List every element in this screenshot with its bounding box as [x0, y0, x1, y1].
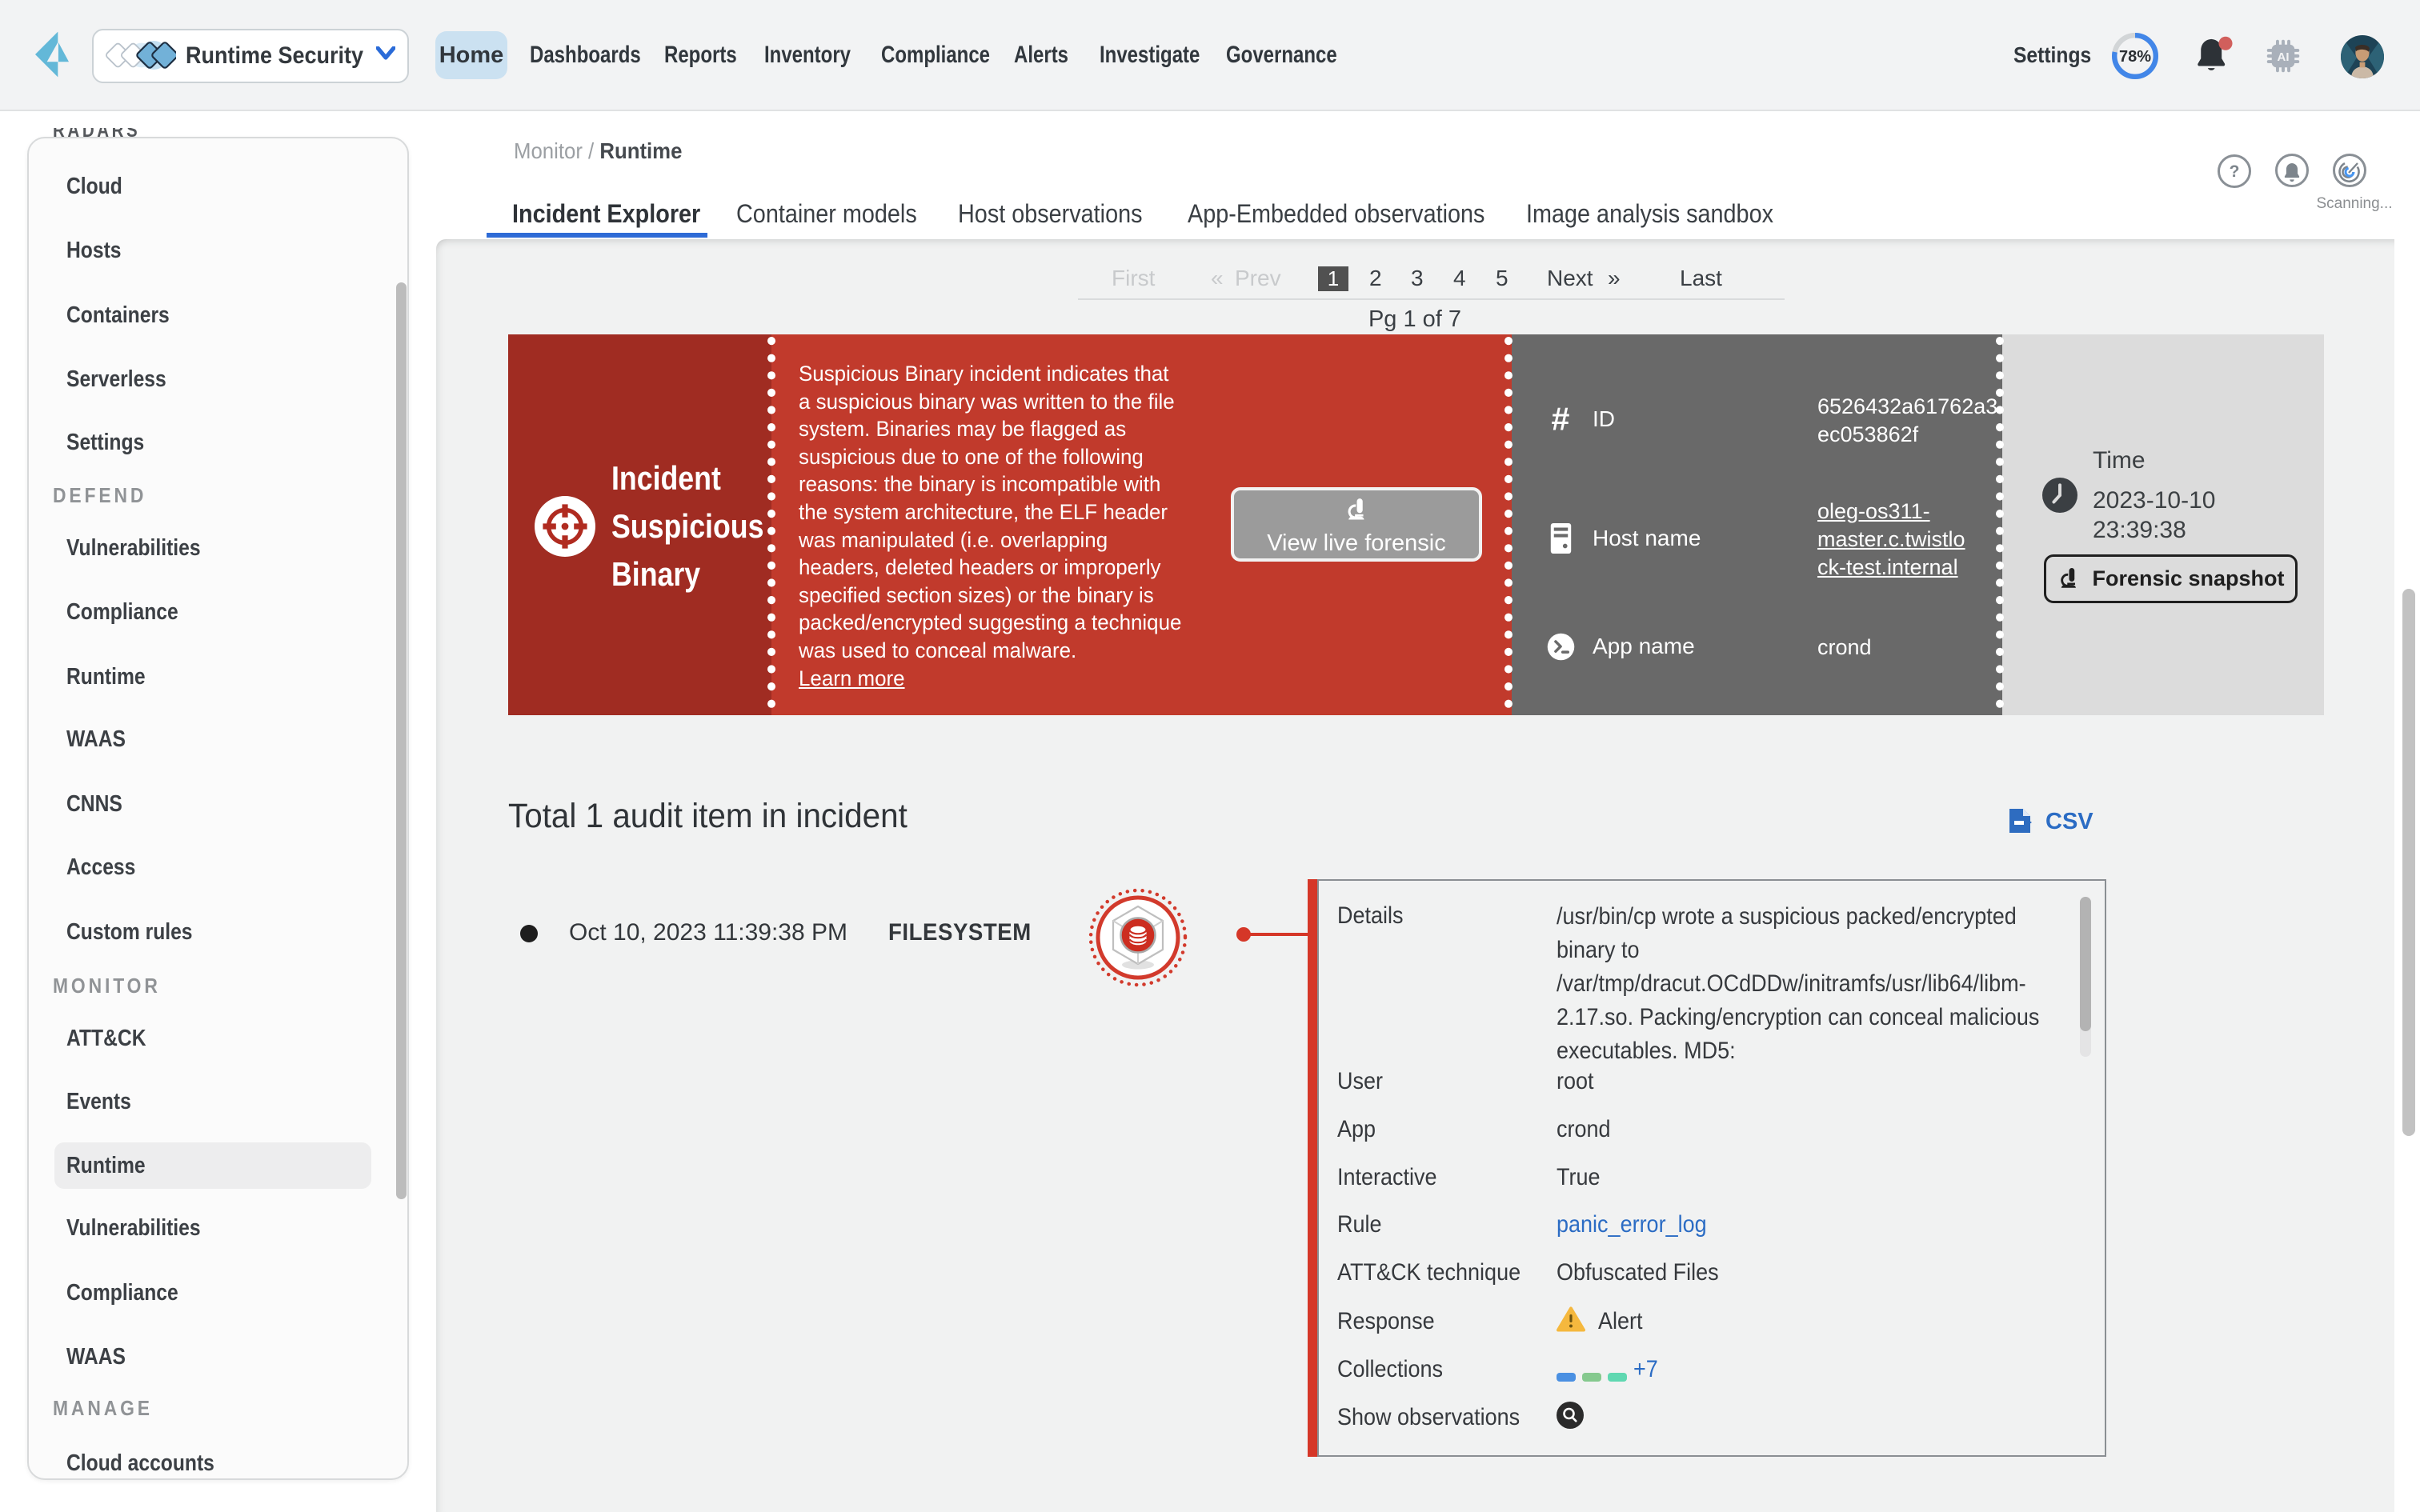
svg-text:#: #: [1552, 405, 1570, 435]
svg-text:78%: 78%: [2119, 48, 2151, 66]
svg-text:AI: AI: [2278, 50, 2290, 64]
svg-text:?: ?: [2230, 162, 2240, 181]
